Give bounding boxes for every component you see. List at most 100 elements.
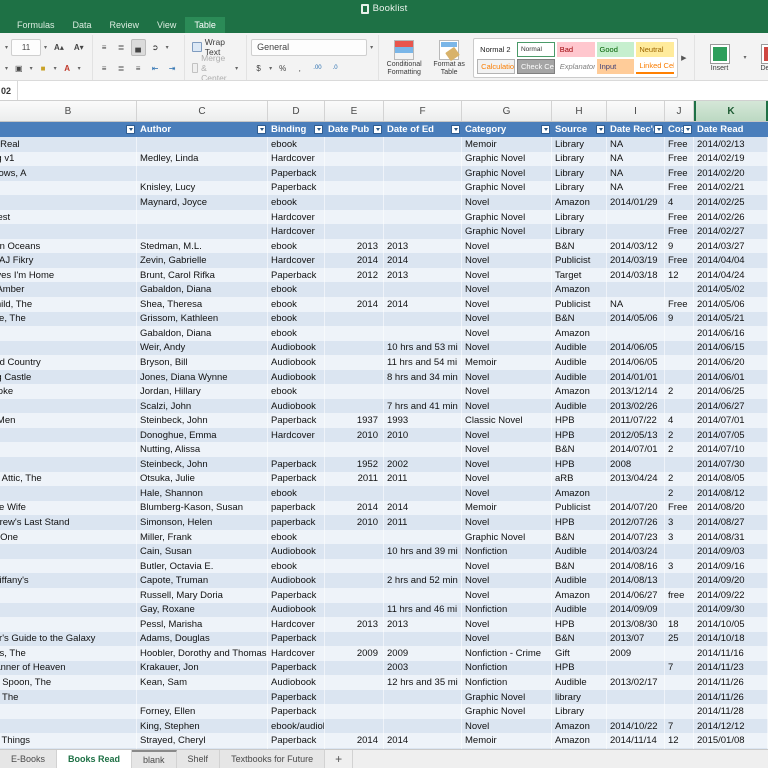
cell-title[interactable]: ker's Guide to the Galaxy [0, 632, 137, 647]
cell-cost[interactable]: Free [665, 253, 694, 268]
cell-cost[interactable]: 3 [665, 530, 694, 545]
cell-date-read[interactable]: 2014/06/16 [694, 326, 768, 341]
table-row[interactable]: Child, TheShea, Theresaebook20142014Nove… [0, 297, 768, 312]
conditional-formatting-button[interactable]: Conditional Formatting [383, 39, 425, 77]
cell-date-of-ed[interactable] [384, 530, 462, 545]
cell-date-of-ed[interactable]: 2003 [384, 661, 462, 676]
cell-source[interactable]: Gift [552, 646, 607, 661]
cell-cost[interactable]: 2 [665, 384, 694, 399]
cell-title[interactable] [0, 399, 137, 414]
cell-source[interactable]: B&N [552, 312, 607, 327]
cell-cost[interactable]: 12 [665, 733, 694, 748]
increase-indent-icon[interactable]: ⇥ [165, 60, 180, 77]
insert-cells-button[interactable]: Insert [699, 43, 741, 73]
cell-cost[interactable]: 4 [665, 413, 694, 428]
cell-style-normal[interactable]: Normal [517, 42, 555, 57]
ribbon-tab-formulas[interactable]: Formulas [8, 17, 64, 33]
cell-cost[interactable]: Free [665, 152, 694, 167]
cell-cost[interactable]: Free [665, 224, 694, 239]
cell-author[interactable]: Krakauer, Jon [137, 661, 268, 676]
cell-date-of-ed[interactable] [384, 166, 462, 181]
cell-title[interactable]: n Amber [0, 282, 137, 297]
cell-author[interactable]: Weir, Andy [137, 341, 268, 356]
fill-color-dropdown-caret[interactable]: ▾ [53, 65, 58, 72]
cell-cost[interactable] [665, 690, 694, 705]
cell-title[interactable]: er, The [0, 690, 137, 705]
column-header-b[interactable]: B [0, 101, 137, 121]
cell-category[interactable]: Novel [462, 384, 552, 399]
cell-date-of-ed[interactable]: 2014 [384, 253, 462, 268]
cell-date-pub[interactable] [325, 312, 384, 327]
cell-cost[interactable]: 2 [665, 486, 694, 501]
cell-binding[interactable] [268, 442, 325, 457]
cell-category[interactable]: Novel [462, 588, 552, 603]
cell-category[interactable]: Nonfiction - Crime [462, 646, 552, 661]
cell-title[interactable] [0, 224, 137, 239]
cell-author[interactable]: Zevin, Gabrielle [137, 253, 268, 268]
cell-author[interactable]: Miller, Frank [137, 530, 268, 545]
cell-date-recd[interactable]: 2009 [607, 646, 665, 661]
cell-date-of-ed[interactable]: 2 hrs and 52 min [384, 573, 462, 588]
cell-source[interactable]: HPB [552, 413, 607, 428]
cell-date-pub[interactable]: 2014 [325, 501, 384, 516]
delete-cells-button[interactable]: Delete [750, 43, 768, 73]
cell-date-of-ed[interactable]: 2002 [384, 457, 462, 472]
name-box[interactable]: 02 [0, 81, 18, 100]
cell-cost[interactable]: Free [665, 166, 694, 181]
cell-author[interactable]: Pessl, Marisha [137, 617, 268, 632]
cell-category[interactable]: Novel [462, 573, 552, 588]
cell-date-read[interactable]: 2014/09/16 [694, 559, 768, 574]
table-row[interactable]: Donoghue, EmmaHardcover20102010NovelHPB2… [0, 428, 768, 443]
cell-date-read[interactable]: 2014/09/20 [694, 573, 768, 588]
cell-styles-gallery[interactable]: Normal 2 Normal Bad Good Neutral Calcula… [473, 38, 678, 78]
cell-date-pub[interactable]: 1937 [325, 413, 384, 428]
cell-source[interactable]: Library [552, 224, 607, 239]
cell-binding[interactable]: Paperback [268, 268, 325, 283]
cell-title[interactable]: Banner of Heaven [0, 661, 137, 676]
formula-input[interactable] [18, 81, 768, 100]
cell-date-pub[interactable]: 2009 [325, 646, 384, 661]
table-row[interactable]: ese WifeBlumberg-Kason, Susanpaperback20… [0, 501, 768, 516]
cell-date-of-ed[interactable] [384, 690, 462, 705]
cell-cost[interactable]: 9 [665, 312, 694, 327]
cell-source[interactable]: Library [552, 137, 607, 152]
cell-binding[interactable]: ebook [268, 326, 325, 341]
cell-date-read[interactable]: 2014/02/25 [694, 195, 768, 210]
table-row[interactable]: HardcoverGraphic NovelLibraryFree2014/02… [0, 224, 768, 239]
cell-binding[interactable]: Audiobook [268, 370, 325, 385]
cell-source[interactable]: B&N [552, 239, 607, 254]
cell-date-read[interactable]: 2014/09/03 [694, 544, 768, 559]
cell-date-recd[interactable]: 2013/04/24 [607, 472, 665, 487]
cell-title[interactable]: ese Wife [0, 501, 137, 516]
cell-date-recd[interactable]: 2014/05/06 [607, 312, 665, 327]
cell-binding[interactable]: ebook [268, 486, 325, 501]
table-row[interactable]: stGay, RoxaneAudiobook11 hrs and 46 miNo… [0, 603, 768, 618]
cell-category[interactable]: Graphic Novel [462, 181, 552, 196]
cell-cost[interactable]: Free [665, 137, 694, 152]
cell-title[interactable]: use, The [0, 312, 137, 327]
cell-date-read[interactable]: 2014/08/20 [694, 501, 768, 516]
cell-author[interactable]: Grissom, Kathleen [137, 312, 268, 327]
cell-category[interactable]: Memoir [462, 137, 552, 152]
cell-date-of-ed[interactable]: 2009 [384, 646, 462, 661]
cell-date-read[interactable]: 2014/06/27 [694, 399, 768, 414]
cell-binding[interactable]: Hardcover [268, 253, 325, 268]
cell-category[interactable]: Novel [462, 195, 552, 210]
cell-date-of-ed[interactable]: 10 hrs and 53 mi [384, 341, 462, 356]
cell-date-of-ed[interactable] [384, 137, 462, 152]
cell-date-recd[interactable]: 2014/03/18 [607, 268, 665, 283]
cell-cost[interactable]: Free [665, 181, 694, 196]
cell-source[interactable]: Audible [552, 399, 607, 414]
decrease-decimal-icon[interactable]: .0 [328, 60, 343, 77]
table-row[interactable]: or RealebookMemoirLibraryNAFree2014/02/1… [0, 137, 768, 152]
cell-binding[interactable]: Paperback [268, 632, 325, 647]
align-left-icon[interactable]: ≡ [97, 60, 112, 77]
cell-date-of-ed[interactable]: 7 hrs and 41 min [384, 399, 462, 414]
cell-source[interactable]: HPB [552, 661, 607, 676]
cell-category[interactable]: Novel [462, 341, 552, 356]
cell-title[interactable]: ing v1 [0, 152, 137, 167]
cell-binding[interactable]: Audiobook [268, 341, 325, 356]
filter-icon-j[interactable] [683, 125, 692, 134]
cell-cost[interactable]: 18 [665, 617, 694, 632]
cell-source[interactable]: Publicist [552, 297, 607, 312]
